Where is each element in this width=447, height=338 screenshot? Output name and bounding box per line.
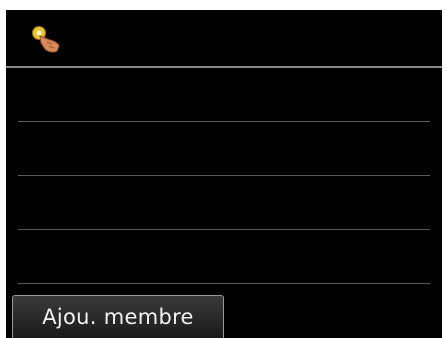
list-item[interactable]: [6, 230, 442, 284]
list-item[interactable]: [6, 68, 442, 122]
printer-screen: Ajou. membre: [6, 10, 442, 338]
screen-header: [6, 10, 442, 66]
list-item[interactable]: [6, 176, 442, 230]
touch-hand-icon: [32, 26, 60, 53]
row-divider: [18, 283, 430, 284]
add-member-button[interactable]: Ajou. membre: [12, 295, 224, 338]
list-item[interactable]: [6, 122, 442, 176]
